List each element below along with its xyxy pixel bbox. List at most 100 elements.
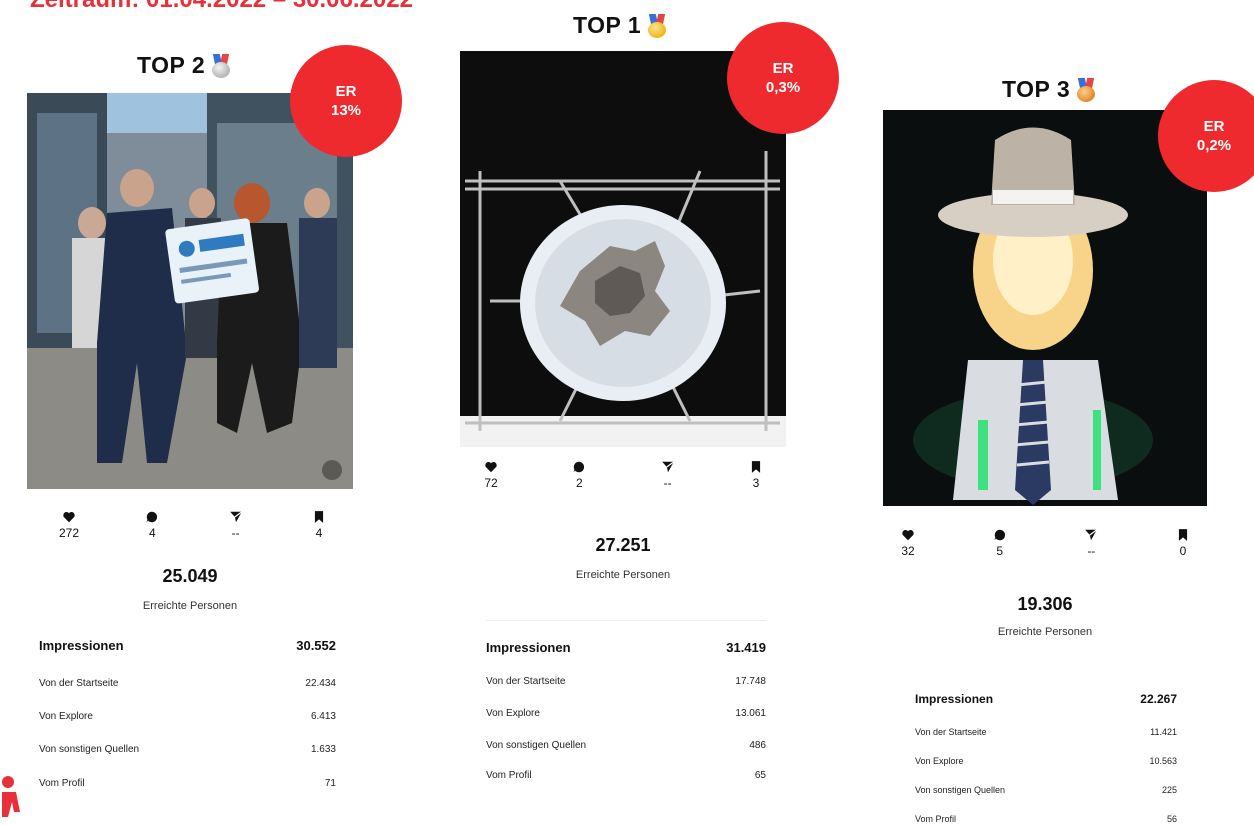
source-label: Von Explore (486, 708, 540, 719)
source-row: Von der Startseite 17.748 (486, 676, 766, 687)
divider (486, 620, 766, 621)
bookmark-icon (314, 511, 324, 523)
reach-label: Erreichte Personen (575, 569, 671, 581)
source-row: Von Explore 6.413 (39, 711, 336, 722)
source-label: Von der Startseite (915, 727, 987, 737)
source-row: Vom Profil 65 (486, 770, 766, 781)
send-icon (1085, 529, 1098, 541)
source-label: Von sonstigen Quellen (39, 744, 140, 755)
reach-label: Erreichte Personen (142, 600, 238, 612)
reach-value: 19.306 (1017, 594, 1073, 614)
post-photo (27, 93, 353, 489)
source-value: 71 (324, 778, 336, 789)
source-value: 22.434 (305, 678, 336, 689)
saves-stat: 0 (1163, 528, 1203, 558)
likes-stat: 272 (49, 510, 89, 540)
shares-stat: -- (648, 460, 688, 490)
source-value: 10.563 (1149, 756, 1177, 766)
reach-label: Erreichte Personen (997, 626, 1093, 638)
reach-value: 27.251 (595, 535, 651, 555)
impressions-label: Impressionen (39, 638, 124, 653)
shares-count: -- (663, 476, 672, 490)
bookmark-icon (1178, 529, 1188, 541)
source-row: Von Explore 13.061 (486, 708, 766, 719)
gold-medal-icon (647, 13, 667, 38)
er-value: 0,2% (1196, 137, 1232, 154)
source-label: Von Explore (39, 711, 93, 722)
source-row: Von der Startseite 22.434 (39, 678, 336, 689)
er-value: 0,3% (765, 79, 801, 96)
rank-title: TOP 3 (1002, 76, 1096, 103)
engagement-rate-badge: ER 0,3% (727, 22, 839, 134)
source-value: 486 (749, 740, 766, 751)
send-icon (661, 461, 674, 473)
source-row: Von sonstigen Quellen 1.633 (39, 744, 336, 755)
comment-icon (573, 461, 585, 473)
source-label: Von der Startseite (39, 678, 119, 689)
source-row: Von sonstigen Quellen 225 (915, 785, 1177, 795)
er-label: ER (772, 60, 794, 77)
comments-stat: 5 (980, 528, 1020, 558)
impressions-row: Impressionen 30.552 (39, 638, 336, 653)
source-row: Vom Profil 71 (39, 778, 336, 789)
rank-label: TOP 2 (137, 52, 206, 78)
likes-stat: 32 (888, 528, 928, 558)
source-value: 11.421 (1150, 727, 1177, 737)
post-actions: 272 4 -- 4 (49, 510, 339, 540)
post-image[interactable] (27, 93, 353, 489)
source-label: Vom Profil (39, 778, 85, 789)
comments-stat: 4 (132, 510, 172, 540)
er-value: 13% (330, 102, 362, 119)
impressions-row: Impressionen 31.419 (486, 640, 766, 655)
comments-count: 2 (575, 476, 583, 490)
source-value: 56 (1166, 814, 1177, 824)
source-value: 6.413 (310, 711, 336, 722)
heart-icon (902, 530, 914, 541)
source-label: Von sonstigen Quellen (486, 740, 587, 751)
comments-count: 5 (996, 544, 1003, 558)
engagement-rate-badge: ER 13% (290, 45, 402, 157)
saves-count: 3 (752, 476, 760, 490)
source-row: Vom Profil 56 (915, 814, 1177, 824)
source-label: Von sonstigen Quellen (915, 785, 1006, 795)
comments-count: 4 (148, 526, 156, 540)
source-row: Von der Startseite 11.421 (915, 727, 1177, 737)
comments-stat: 2 (559, 460, 599, 490)
likes-count: 272 (58, 526, 80, 540)
brand-logo-icon (2, 776, 20, 817)
bronze-medal-icon (1076, 77, 1096, 102)
er-label: ER (1203, 118, 1225, 135)
rank-label: TOP 3 (1002, 76, 1071, 102)
heart-icon (63, 512, 75, 523)
impressions-value: 31.419 (726, 640, 766, 655)
post-image[interactable] (883, 110, 1207, 506)
rank-label: TOP 1 (573, 12, 642, 38)
source-label: Vom Profil (915, 814, 957, 824)
likes-count: 32 (901, 544, 915, 558)
shares-stat: -- (216, 510, 256, 540)
send-icon (229, 511, 242, 523)
saves-count: 4 (315, 526, 323, 540)
source-value: 13.061 (735, 708, 766, 719)
comment-icon (146, 511, 158, 523)
impressions-value: 30.552 (296, 638, 336, 653)
bookmark-icon (751, 461, 761, 473)
impressions-label: Impressionen (486, 640, 571, 655)
rank-title: TOP 2 (137, 52, 231, 79)
saves-stat: 3 (736, 460, 776, 490)
impressions-label: Impressionen (915, 692, 994, 706)
source-value: 65 (754, 770, 766, 781)
post-photo (883, 110, 1207, 506)
comment-icon (994, 529, 1005, 541)
saves-stat: 4 (299, 510, 339, 540)
saves-count: 0 (1179, 544, 1187, 558)
source-label: Von der Startseite (486, 676, 566, 687)
period-header: Zeitraum: 01.04.2022 – 30.06.2022 (30, 0, 413, 14)
source-label: Vom Profil (486, 770, 532, 781)
source-label: Von Explore (915, 756, 964, 766)
source-value: 225 (1161, 785, 1177, 795)
heart-icon (485, 462, 497, 473)
silver-medal-icon (211, 53, 231, 78)
shares-count: -- (231, 526, 240, 540)
impressions-row: Impressionen 22.267 (915, 692, 1177, 706)
